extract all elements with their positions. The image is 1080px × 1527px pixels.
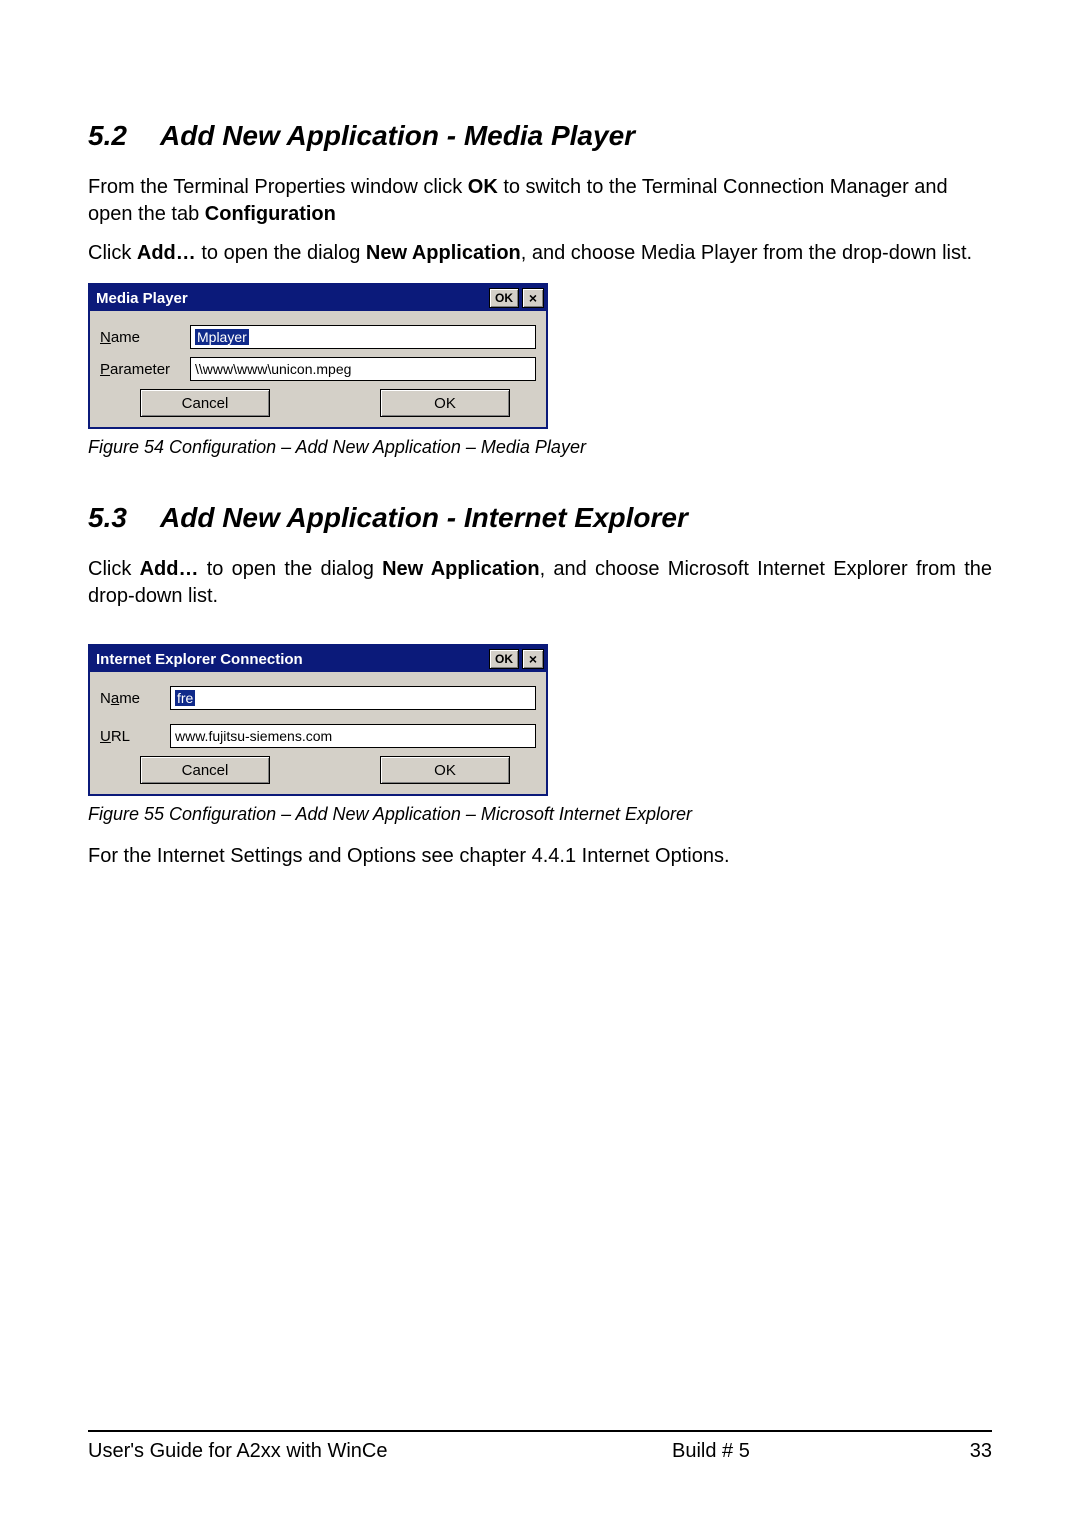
- ok-icon: OK: [495, 652, 513, 666]
- ok-icon: OK: [495, 291, 513, 305]
- heading-title: Add New Application - Media Player: [160, 120, 635, 151]
- titlebar: Media Player OK ×: [90, 285, 546, 311]
- parameter-input-value: \\www\www\unicon.mpeg: [195, 361, 351, 377]
- titlebar-ok-button[interactable]: OK: [489, 649, 519, 669]
- para-5-2-1: From the Terminal Properties window clic…: [88, 174, 992, 228]
- parameter-input[interactable]: \\www\www\unicon.mpeg: [190, 357, 536, 381]
- cancel-button[interactable]: Cancel: [140, 756, 270, 784]
- footer-left: User's Guide for A2xx with WinCe: [88, 1440, 672, 1463]
- heading-5-2: 5.2Add New Application - Media Player: [88, 120, 992, 152]
- cancel-button[interactable]: Cancel: [140, 389, 270, 417]
- url-input-value: www.fujitsu-siemens.com: [175, 728, 332, 744]
- figure-54-caption: Figure 54 Configuration – Add New Applic…: [88, 437, 992, 458]
- name-input-value: fre: [175, 690, 195, 706]
- parameter-label: Parameter: [100, 361, 190, 378]
- name-input[interactable]: Mplayer: [190, 325, 536, 349]
- url-label: URL: [100, 728, 170, 745]
- close-icon: ×: [529, 291, 537, 305]
- titlebar-close-button[interactable]: ×: [522, 288, 544, 308]
- close-icon: ×: [529, 652, 537, 666]
- titlebar-ok-button[interactable]: OK: [489, 288, 519, 308]
- titlebar: Internet Explorer Connection OK ×: [90, 646, 546, 672]
- footer-page-number: 33: [932, 1440, 992, 1463]
- name-input-value: Mplayer: [195, 329, 249, 345]
- url-input[interactable]: www.fujitsu-siemens.com: [170, 724, 536, 748]
- name-label: Name: [100, 329, 190, 346]
- para-5-2-2: Click Add… to open the dialog New Applic…: [88, 240, 992, 267]
- heading-title: Add New Application - Internet Explorer: [160, 502, 688, 533]
- name-input[interactable]: fre: [170, 686, 536, 710]
- footer-rule: [88, 1430, 992, 1432]
- heading-number: 5.2: [88, 120, 160, 152]
- figure-55-caption: Figure 55 Configuration – Add New Applic…: [88, 804, 992, 825]
- name-label: Name: [100, 690, 170, 707]
- ok-button[interactable]: OK: [380, 756, 510, 784]
- para-5-3-1: Click Add… to open the dialog New Applic…: [88, 556, 992, 610]
- footer-mid: Build # 5: [672, 1440, 932, 1463]
- page-footer: User's Guide for A2xx with WinCe Build #…: [88, 1430, 992, 1463]
- dialog-ie-connection: Internet Explorer Connection OK × Name: [88, 644, 548, 796]
- titlebar-title: Media Player: [96, 290, 489, 307]
- ok-button[interactable]: OK: [380, 389, 510, 417]
- titlebar-close-button[interactable]: ×: [522, 649, 544, 669]
- dialog-media-player: Media Player OK × Name Mplayer: [88, 283, 548, 429]
- heading-5-3: 5.3Add New Application - Internet Explor…: [88, 502, 992, 534]
- para-5-3-after: For the Internet Settings and Options se…: [88, 843, 992, 870]
- heading-number: 5.3: [88, 502, 160, 534]
- titlebar-title: Internet Explorer Connection: [96, 651, 489, 668]
